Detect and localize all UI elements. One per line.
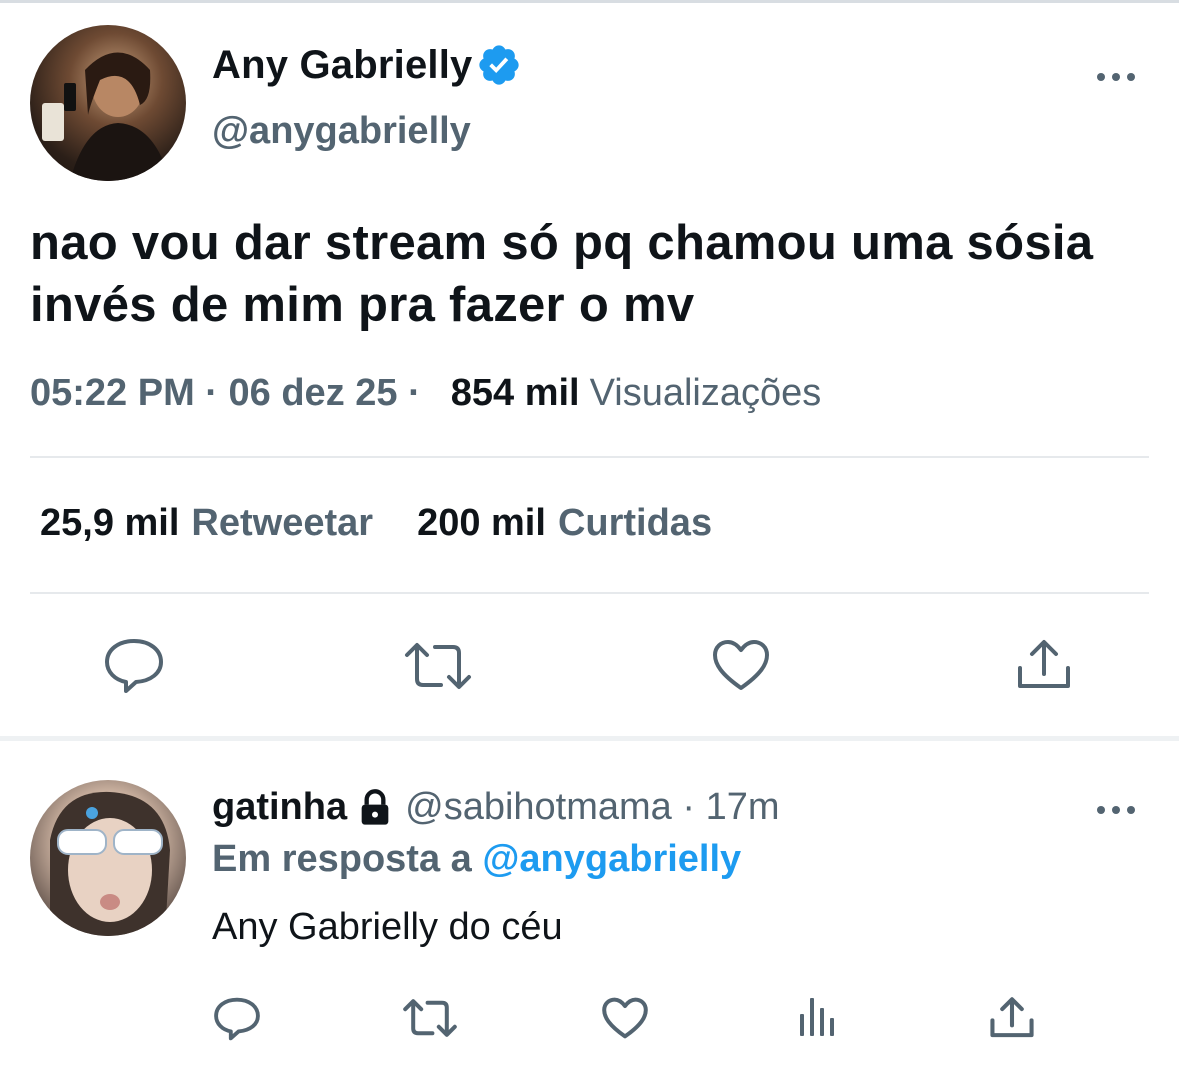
reply-header: gatinha @sabihotmama · 17m [212, 786, 780, 829]
views-count: 854 mil [450, 372, 580, 414]
author-name-row[interactable]: Any Gabrielly [212, 42, 522, 88]
reply-display-name[interactable]: gatinha [212, 786, 347, 829]
reply-icon[interactable] [103, 637, 165, 695]
in-reply-to: Em resposta a @anygabrielly [212, 838, 741, 881]
heart-icon[interactable] [711, 638, 771, 692]
reply-retweet-icon[interactable] [402, 998, 458, 1038]
top-divider [0, 0, 1179, 3]
tweet-meta: 05:22 PM · 06 dez 25 · 854 mil Visualizaçõ… [30, 372, 821, 415]
reply-more-options-icon[interactable] [1097, 802, 1137, 816]
likes-label: Curtidas [557, 502, 713, 544]
likes-stat[interactable]: 200 mil Curtidas [417, 502, 712, 544]
tweet-text: nao vou dar stream só pq chamou uma sósi… [30, 216, 1094, 332]
in-reply-to-label: Em resposta a [212, 838, 472, 880]
reply-reply-icon[interactable] [213, 996, 261, 1042]
divider [30, 456, 1149, 458]
retweets-stat[interactable]: 25,9 mil Retweetar [40, 502, 373, 544]
lock-icon [361, 788, 389, 825]
author-avatar[interactable] [30, 25, 186, 181]
verified-badge-icon [479, 45, 520, 85]
divider [30, 592, 1149, 594]
author-display-name[interactable]: Any Gabrielly [212, 43, 472, 88]
more-options-icon[interactable] [1097, 69, 1137, 83]
likes-count: 200 mil [417, 502, 546, 544]
retweets-count: 25,9 mil [40, 502, 180, 544]
views-label: Visualizações [589, 372, 822, 414]
in-reply-to-handle[interactable]: @anygabrielly [482, 838, 741, 880]
share-icon[interactable] [1016, 638, 1072, 692]
retweets-label: Retweetar [191, 502, 374, 544]
analytics-bars-icon[interactable] [798, 996, 838, 1038]
retweet-icon[interactable] [403, 641, 473, 691]
reply-text: Any Gabrielly do céu [212, 906, 563, 948]
reply-heart-icon[interactable] [601, 996, 649, 1040]
reply-handle-time[interactable]: @sabihotmama · 17m [405, 786, 779, 829]
tweet-detail-screen: Any Gabrielly @anygabrielly nao vou dar … [0, 0, 1179, 1065]
tweet-timestamp[interactable]: 05:22 PM · 06 dez 25 · [30, 372, 421, 414]
section-divider [0, 736, 1179, 741]
reply-author-avatar[interactable] [30, 780, 186, 936]
reply-share-icon[interactable] [989, 996, 1035, 1040]
author-handle[interactable]: @anygabrielly [212, 110, 471, 153]
engagement-stats: 25,9 mil Retweetar 200 mil Curtidas [40, 502, 712, 545]
